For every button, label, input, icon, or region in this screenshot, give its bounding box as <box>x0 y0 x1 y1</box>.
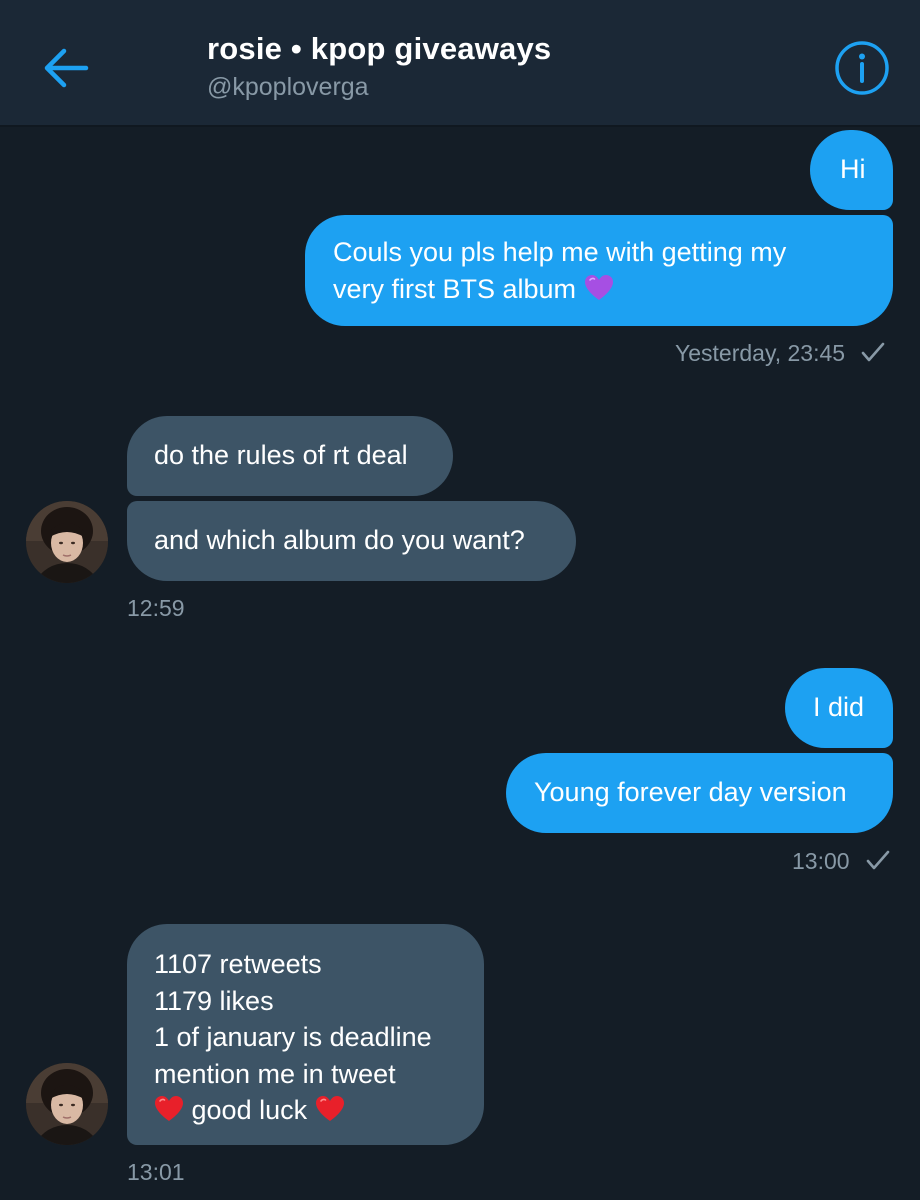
sent-message-bubble[interactable]: I did <box>785 668 893 748</box>
sent-message-bubble[interactable]: Couls you pls help me with getting my ve… <box>305 215 893 326</box>
message-timestamp: 13:01 <box>127 1159 185 1185</box>
timestamp-text: 13:00 <box>792 848 850 874</box>
message-text: 1107 retweets <box>154 949 322 979</box>
checkmark-icon <box>866 848 890 878</box>
message-timestamp: 12:59 <box>127 595 185 621</box>
message-text: 1179 likes <box>154 985 274 1016</box>
back-arrow-icon[interactable] <box>38 40 94 96</box>
sent-message-bubble[interactable]: Hi <box>810 130 893 210</box>
red-heart-emoji <box>315 1095 345 1123</box>
received-message-bubble[interactable]: 1107 retweets 1179 likes 1 of january is… <box>127 924 484 1145</box>
conversation-handle: @kpoploverga <box>207 73 369 101</box>
checkmark-icon <box>861 340 885 370</box>
timestamp-text: Yesterday, 23:45 <box>675 340 846 366</box>
received-message-bubble[interactable]: and which album do you want? <box>127 501 576 581</box>
message-text: very first BTS album <box>333 274 577 304</box>
message-text: I did <box>813 692 865 722</box>
received-message-bubble[interactable]: do the rules of rt deal <box>127 416 453 496</box>
sent-message-bubble[interactable]: Young forever day version <box>506 753 893 833</box>
message-timestamp: Yesterday, 23:45 <box>675 338 885 370</box>
conversation-title: rosie • kpop giveaways <box>207 31 552 66</box>
dm-conversation-screen: rosie • kpop giveaways @kpoploverga Hi C… <box>0 0 920 1200</box>
message-text: and which album do you want? <box>154 525 525 555</box>
message-text-line: very first BTS album <box>333 271 893 308</box>
message-text-line: good luck <box>154 1092 484 1129</box>
avatar[interactable] <box>26 1063 108 1145</box>
message-text: Young forever day version <box>534 777 847 807</box>
message-text: Hi <box>840 154 866 184</box>
message-timestamp: 13:00 <box>792 846 890 878</box>
info-icon[interactable] <box>834 40 890 96</box>
conversation-header: rosie • kpop giveaways @kpoploverga <box>0 0 920 127</box>
message-text: Couls you pls help me with getting my <box>333 237 787 267</box>
avatar[interactable] <box>26 501 108 583</box>
red-heart-emoji <box>154 1095 184 1123</box>
conversation-title-block[interactable]: rosie • kpop giveaways @kpoploverga <box>207 30 551 104</box>
message-text: good luck <box>191 1095 308 1125</box>
message-text: mention me in tweet <box>154 1058 396 1089</box>
message-text: 1 of january is deadline <box>154 1022 432 1052</box>
message-text: do the rules of rt deal <box>154 440 408 470</box>
purple-heart-emoji <box>584 274 614 302</box>
